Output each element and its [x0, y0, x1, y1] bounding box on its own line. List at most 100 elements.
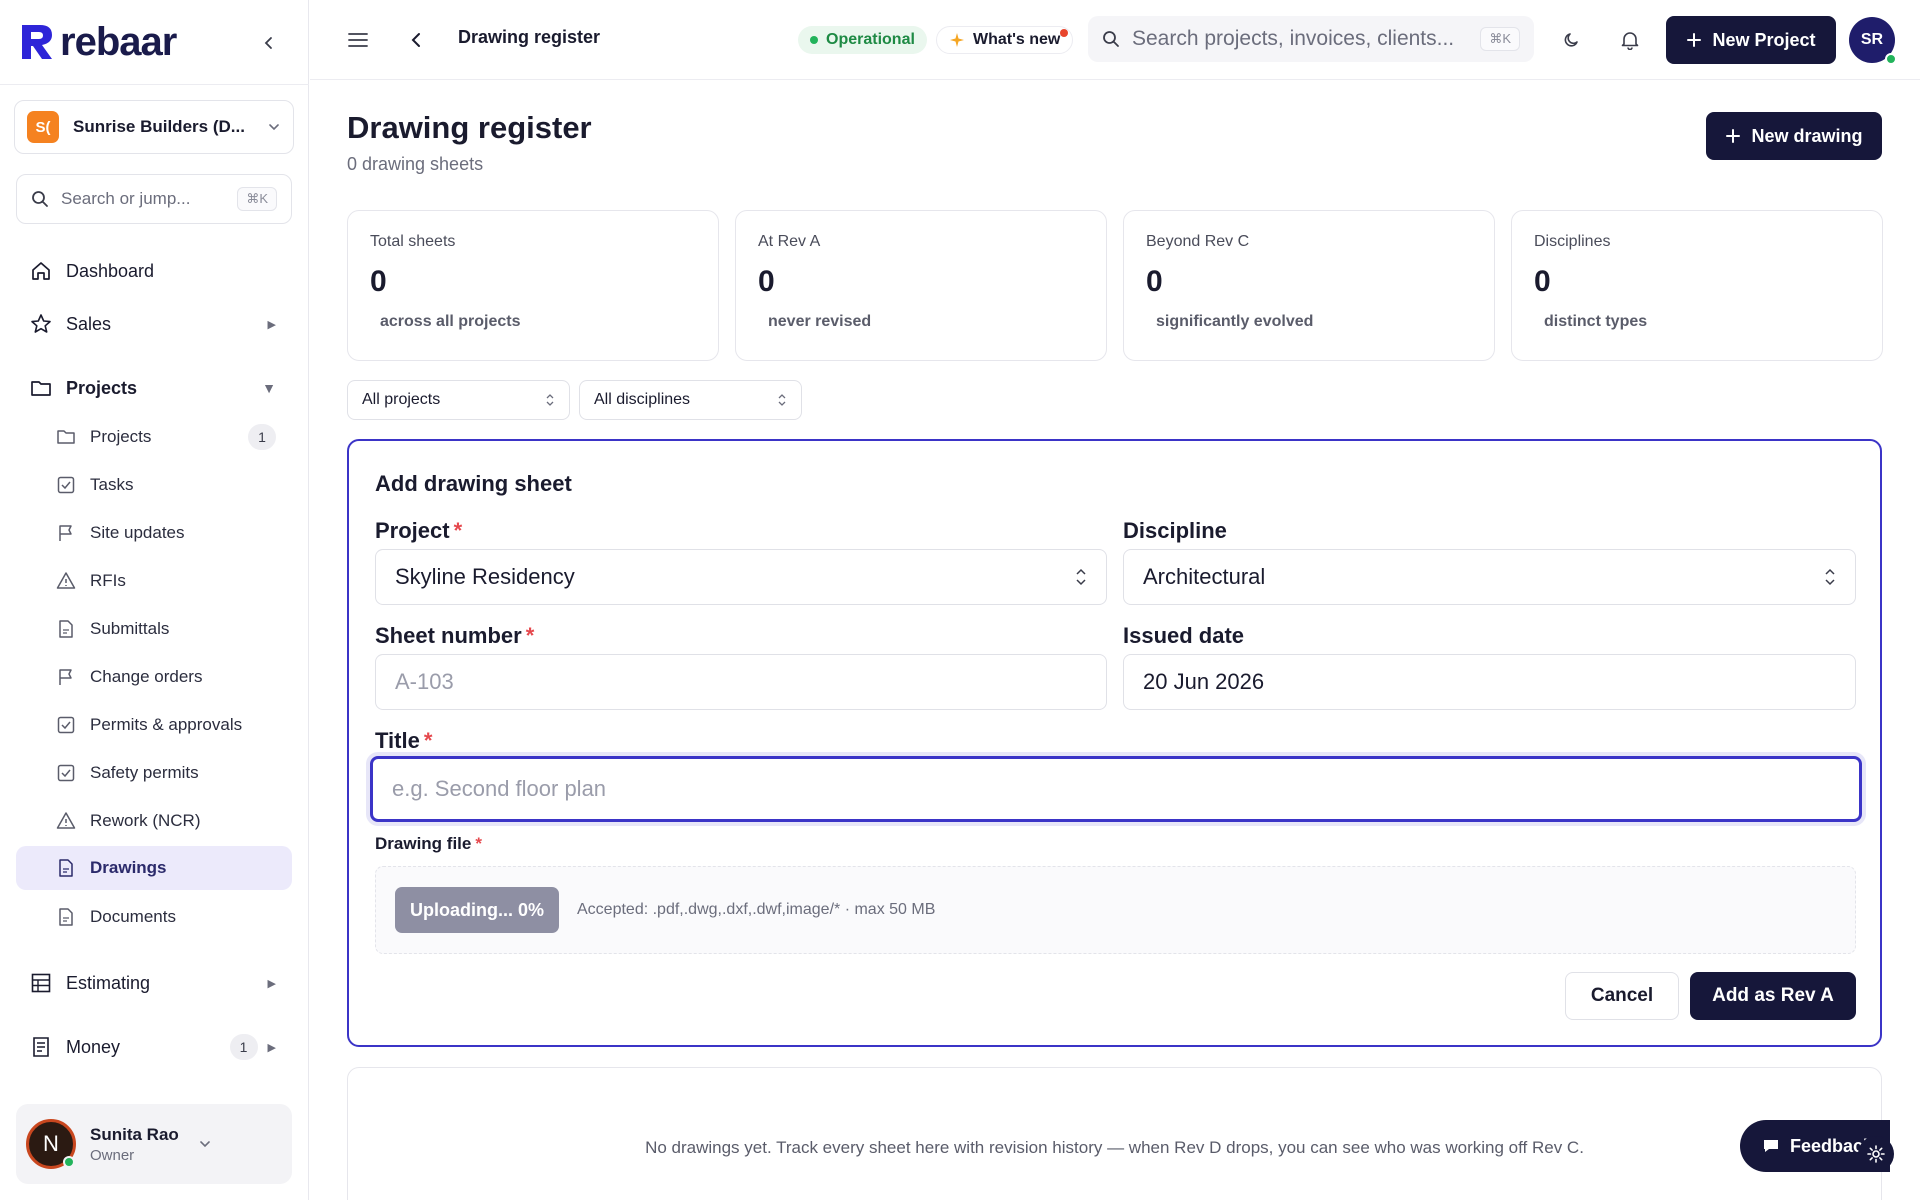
- nav-label: Projects: [66, 377, 138, 398]
- check-square-icon: [57, 476, 75, 494]
- upload-button[interactable]: Uploading... 0%: [395, 887, 559, 933]
- sidebar-item-label: Drawings: [90, 858, 167, 877]
- stat-card-beyond-rev-c: Beyond Rev C 0 significantly evolved: [1123, 210, 1495, 361]
- folder-icon: [57, 430, 75, 444]
- stat-card-total: Total sheets 0 across all projects: [347, 210, 719, 361]
- title-placeholder: e.g. Second floor plan: [392, 776, 607, 801]
- project-label-text: Project: [375, 518, 450, 543]
- brand-logo[interactable]: rebaar: [20, 18, 290, 66]
- discipline-select-value: Architectural: [1143, 564, 1266, 589]
- menu-icon: [348, 33, 368, 47]
- nav-label: Sales: [66, 313, 112, 334]
- sparkle-icon: [950, 33, 964, 47]
- project-filter-select[interactable]: All projects: [347, 380, 570, 420]
- user-meta: Sunita Rao Owner: [90, 1125, 198, 1164]
- title-input[interactable]: e.g. Second floor plan: [370, 756, 1862, 822]
- rebaar-logo-icon: [20, 23, 54, 61]
- sidebar-item-documents[interactable]: Documents: [16, 895, 292, 939]
- stat-label: At Rev A: [758, 233, 821, 250]
- new-project-button[interactable]: New Project: [1666, 16, 1836, 64]
- issued-date-input[interactable]: 20 Jun 2026: [1123, 654, 1856, 710]
- stat-caption: distinct types: [1544, 313, 1648, 330]
- issued-date-value: 20 Jun 2026: [1143, 669, 1265, 694]
- brand-name: rebaar: [60, 20, 177, 64]
- menu-button[interactable]: [342, 24, 374, 56]
- issued-date-label-text: Issued date: [1123, 623, 1245, 648]
- settings-fab[interactable]: [1858, 1136, 1894, 1172]
- discipline-label: Discipline: [1123, 518, 1227, 544]
- gear-icon: [1867, 1145, 1885, 1163]
- nav-dashboard[interactable]: Dashboard: [16, 249, 292, 293]
- collapse-sidebar-button[interactable]: [256, 30, 282, 56]
- new-drawing-label: New drawing: [1751, 125, 1863, 146]
- discipline-filter-select[interactable]: All disciplines: [579, 380, 802, 420]
- sidebar-search[interactable]: Search or jump... ⌘K: [16, 174, 292, 224]
- sidebar-item-site-updates[interactable]: Site updates: [16, 511, 292, 555]
- stat-label: Total sheets: [370, 233, 456, 250]
- warning-icon: [56, 812, 76, 829]
- add-as-rev-a-button[interactable]: Add as Rev A: [1690, 972, 1856, 1020]
- bell-icon: [1621, 32, 1639, 50]
- stat-caption: never revised: [768, 313, 872, 330]
- nav-money[interactable]: Money 1 ▶: [16, 1025, 292, 1069]
- global-search[interactable]: Search projects, invoices, clients... ⌘K: [1088, 16, 1534, 62]
- chevron-left-icon: [264, 37, 272, 49]
- sidebar-item-label: Tasks: [90, 475, 134, 494]
- back-button[interactable]: [400, 24, 432, 56]
- sheet-number-input[interactable]: A-103: [375, 654, 1107, 710]
- sidebar-item-label: Site updates: [90, 523, 185, 542]
- nav-projects[interactable]: Projects ▼: [16, 366, 292, 410]
- stat-value: 0: [1534, 265, 1551, 298]
- required-mark: *: [423, 728, 433, 753]
- search-icon: [1103, 31, 1119, 47]
- required-mark: *: [525, 623, 535, 648]
- required-mark: *: [475, 834, 482, 853]
- theme-toggle[interactable]: [1556, 24, 1588, 56]
- avatar[interactable]: SR: [1849, 17, 1897, 65]
- whats-new-label: What's new: [973, 31, 1061, 48]
- nav-estimating[interactable]: Estimating ▶: [16, 961, 292, 1005]
- flag-icon: [59, 669, 72, 685]
- sheet-number-placeholder: A-103: [395, 669, 454, 694]
- document-icon: [59, 859, 73, 877]
- sheet-number-label: Sheet number *: [375, 623, 534, 649]
- stat-label: Beyond Rev C: [1146, 233, 1250, 250]
- org-switcher[interactable]: S( Sunrise Builders (D...: [14, 100, 294, 154]
- empty-state: No drawings yet. Track every sheet here …: [347, 1067, 1882, 1200]
- sidebar-item-drawings[interactable]: Drawings: [16, 846, 292, 890]
- sidebar: rebaar S( Sunrise Builders (D... Search …: [0, 0, 309, 1200]
- collapse-arrow-icon: ▼: [262, 380, 276, 396]
- sort-icon: [546, 394, 554, 406]
- new-project-label: New Project: [1712, 29, 1816, 50]
- avatar: N: [26, 1119, 76, 1169]
- notifications-button[interactable]: [1614, 24, 1646, 56]
- document-icon: [59, 908, 73, 926]
- new-drawing-button[interactable]: New drawing: [1706, 112, 1882, 160]
- breadcrumb: Drawing register: [458, 27, 601, 47]
- file-dropzone[interactable]: Uploading... 0% Accepted: .pdf,.dwg,.dxf…: [375, 866, 1856, 954]
- cancel-button[interactable]: Cancel: [1565, 972, 1679, 1020]
- issued-date-label: Issued date: [1123, 623, 1244, 649]
- sort-icon: [778, 394, 786, 406]
- user-menu[interactable]: N Sunita Rao Owner: [16, 1104, 292, 1184]
- sidebar-item-change-orders[interactable]: Change orders: [16, 655, 292, 699]
- sidebar-item-submittals[interactable]: Submittals: [16, 607, 292, 651]
- sidebar-item-permits[interactable]: Permits & approvals: [16, 703, 292, 747]
- chevron-left-icon: [411, 33, 420, 47]
- user-name: Sunita Rao: [90, 1124, 179, 1144]
- sidebar-item-rfis[interactable]: RFIs: [16, 559, 292, 603]
- project-label: Project *: [375, 518, 462, 544]
- stat-value: 0: [1146, 265, 1163, 298]
- status-badge[interactable]: Operational: [798, 26, 927, 54]
- sidebar-item-tasks[interactable]: Tasks: [16, 463, 292, 507]
- org-name: Sunrise Builders (D...: [73, 117, 245, 136]
- discipline-select[interactable]: Architectural: [1123, 549, 1856, 605]
- nav-sales[interactable]: Sales ▶: [16, 302, 292, 346]
- stat-value: 0: [370, 265, 387, 298]
- project-select[interactable]: Skyline Residency: [375, 549, 1107, 605]
- sidebar-item-safety-permits[interactable]: Safety permits: [16, 751, 292, 795]
- stat-caption: across all projects: [380, 313, 521, 330]
- whats-new-button[interactable]: What's new: [936, 26, 1074, 54]
- sidebar-item-projects[interactable]: Projects 1: [16, 415, 292, 459]
- sidebar-item-rework[interactable]: Rework (NCR): [16, 799, 292, 843]
